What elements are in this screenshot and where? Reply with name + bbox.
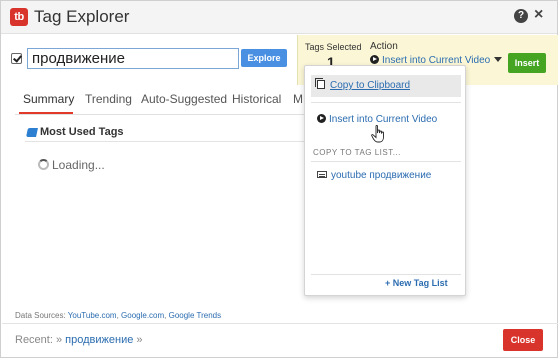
data-sources-label: Data Sources:: [15, 311, 66, 320]
recent-label: Recent:: [15, 334, 53, 346]
search-input[interactable]: [27, 48, 239, 69]
tag-explorer-window: tb Tag Explorer ? × Explore Tags Selecte…: [0, 0, 558, 358]
insert-button[interactable]: Insert: [508, 53, 546, 73]
action-dropdown-menu: Copy to Clipboard Insert into Current Vi…: [304, 65, 466, 296]
chevron-down-icon: [494, 57, 503, 62]
menu-divider: [311, 102, 461, 103]
action-label: Action: [370, 41, 398, 52]
menu-item-label: Copy to Clipboard: [330, 80, 411, 91]
recent-searches: Recent: » продвижение »: [15, 334, 143, 346]
tab-more[interactable]: M: [293, 92, 303, 106]
select-search-checkbox[interactable]: [11, 53, 22, 64]
source-link-youtube[interactable]: YouTube.com: [68, 311, 117, 320]
source-link-google-trends[interactable]: Google Trends: [169, 311, 221, 320]
tabs-divider: [15, 114, 305, 115]
copy-to-tag-list-header: COPY TO TAG LIST...: [313, 148, 401, 157]
menu-divider: [311, 161, 461, 162]
menu-item-label: Insert into Current Video: [329, 114, 438, 125]
loading-text: Loading...: [52, 158, 105, 172]
list-icon: [317, 171, 327, 178]
source-link-google[interactable]: Google.com: [121, 311, 164, 320]
loading-spinner-icon: [38, 159, 49, 170]
tag-icon: [26, 128, 38, 137]
footer-divider: [2, 323, 558, 324]
menu-item-label: youtube продвижение: [331, 170, 432, 181]
tab-summary[interactable]: Summary: [23, 92, 74, 106]
tags-selected-label: Tags Selected: [305, 42, 362, 52]
data-sources: Data Sources: YouTube.com, Google.com, G…: [15, 311, 222, 320]
section-divider: [25, 141, 305, 142]
close-button[interactable]: Close: [503, 329, 543, 351]
hand-cursor-icon: [371, 125, 384, 143]
help-icon[interactable]: ?: [514, 9, 528, 23]
title-bar: tb Tag Explorer ? ×: [1, 1, 557, 34]
most-used-tags-section: Most Used Tags Loading...: [15, 119, 305, 297]
close-icon[interactable]: ×: [534, 6, 543, 24]
menu-item-copy-to-clipboard[interactable]: Copy to Clipboard: [311, 75, 461, 97]
menu-divider: [311, 274, 461, 275]
explore-button[interactable]: Explore: [241, 49, 287, 67]
tab-trending[interactable]: Trending: [85, 92, 132, 106]
tab-historical[interactable]: Historical: [232, 92, 281, 106]
window-title: Tag Explorer: [34, 7, 130, 26]
menu-item-tag-list[interactable]: youtube продвижение: [311, 165, 461, 187]
tab-auto-suggested[interactable]: Auto-Suggested: [141, 92, 227, 106]
new-tag-list-link[interactable]: + New Tag List: [385, 278, 448, 288]
copy-icon: [315, 78, 325, 89]
tubebuddy-logo: tb: [10, 8, 28, 26]
menu-item-insert-into-video[interactable]: Insert into Current Video: [311, 109, 461, 131]
play-icon: [317, 114, 326, 123]
play-icon: [370, 55, 379, 64]
recent-item[interactable]: продвижение: [65, 334, 133, 346]
section-title: Most Used Tags: [40, 126, 124, 138]
